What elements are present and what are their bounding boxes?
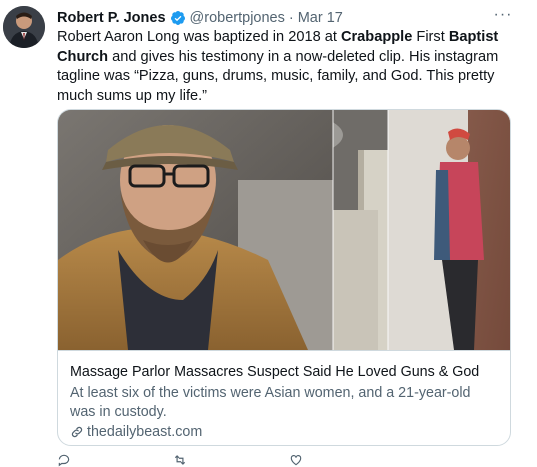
link-icon (71, 426, 83, 438)
separator-dot: · (288, 10, 294, 26)
tweet-text-part: First (412, 29, 449, 45)
tweet-text: Robert Aaron Long was baptized in 2018 a… (57, 28, 517, 106)
like-button[interactable] (289, 454, 309, 466)
card-domain-text[interactable]: thedailybeast.com (87, 423, 202, 441)
avatar-photo (3, 6, 45, 48)
retweet-icon (174, 455, 186, 465)
author-handle[interactable]: @robertpjones (190, 10, 285, 26)
card-domain[interactable]: thedailybeast.com (70, 423, 498, 441)
verified-badge-icon (170, 11, 185, 25)
more-horizontal-icon[interactable]: ··· (493, 7, 513, 26)
card-title[interactable]: Massage Parlor Massacres Suspect Said He… (70, 363, 498, 381)
card-photo (58, 110, 510, 350)
tweet-text-part: and gives his testimony in a now-deleted… (57, 48, 499, 104)
card-description: At least six of the victims were Asian w… (70, 385, 471, 420)
tweet-actions (57, 454, 509, 467)
retweet-button[interactable] (173, 454, 193, 466)
heart-icon (290, 455, 302, 466)
author-name[interactable]: Robert P. Jones (57, 10, 166, 26)
reply-button[interactable] (57, 454, 77, 467)
tweet-header: Robert P. Jones @robertpjones · Mar 17 (57, 8, 497, 28)
tweet[interactable]: Robert P. Jones @robertpjones · Mar 17 ·… (0, 0, 537, 467)
tweet-text-part: Robert Aaron Long was baptized in 2018 a… (57, 29, 341, 45)
avatar[interactable] (3, 6, 45, 48)
card-text[interactable]: Massage Parlor Massacres Suspect Said He… (58, 350, 510, 445)
tweet-date[interactable]: Mar 17 (298, 10, 343, 26)
reply-icon (58, 454, 70, 467)
tweet-text-bold: Crabapple (340, 29, 413, 45)
link-card[interactable]: Massage Parlor Massacres Suspect Said He… (57, 109, 511, 446)
card-image[interactable] (58, 110, 510, 350)
